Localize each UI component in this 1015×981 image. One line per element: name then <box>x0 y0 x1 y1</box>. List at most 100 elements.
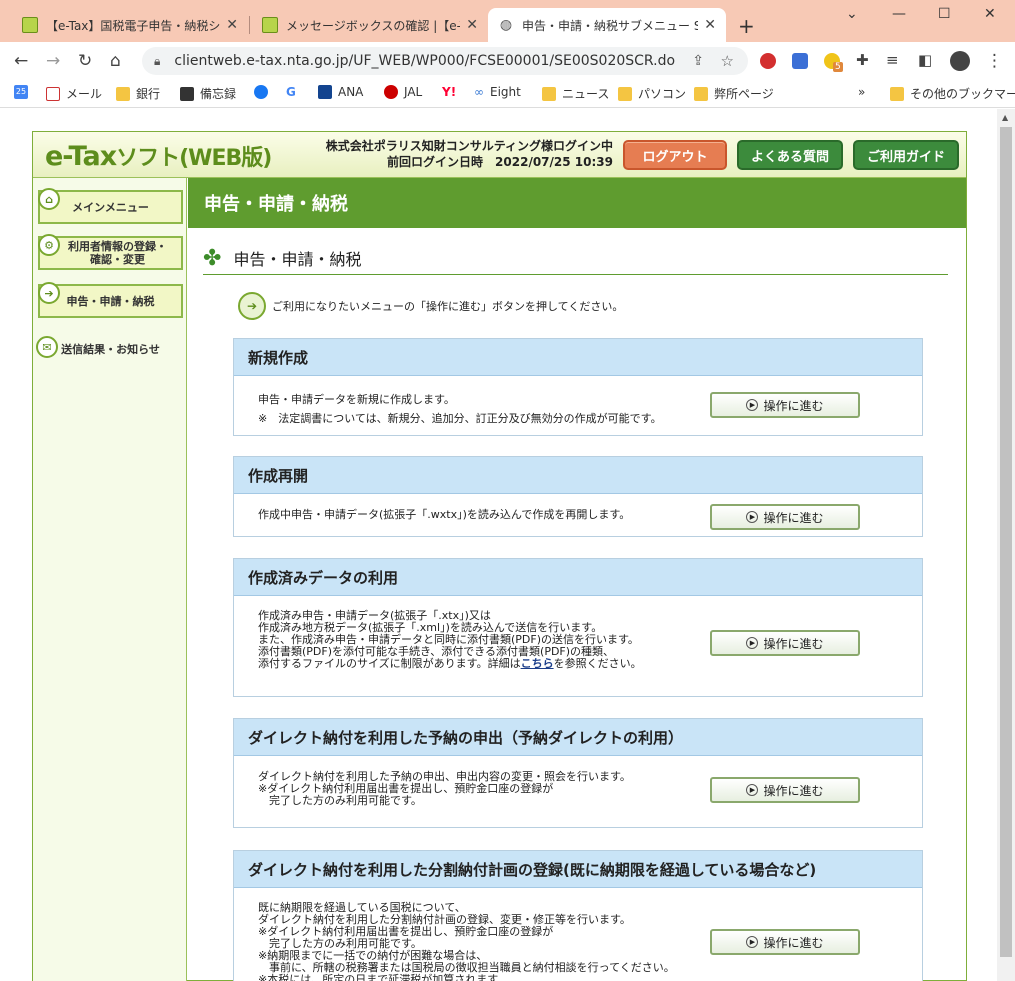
browser-tab[interactable]: メッセージボックスの確認 |【e-Tax】国 ✕ <box>252 8 488 42</box>
logout-button[interactable]: ログアウト <box>623 140 727 170</box>
address-bar[interactable]: 🔒︎ clientweb.e-tax.nta.go.jp/UF_WEB/WP00… <box>142 47 748 75</box>
maximize-icon[interactable]: ☐ <box>938 6 951 22</box>
menu-box-new: 新規作成 申告・申請データを新規に作成します。 ※ 法定調書については、新規分、… <box>233 338 923 436</box>
box-title: 新規作成 <box>234 339 922 376</box>
gmail-icon <box>46 86 60 101</box>
proceed-button[interactable]: ▶ 操作に進む <box>710 630 860 656</box>
sidebar-item-user-info[interactable]: ⚙ 利用者情報の登録・確認・変更 <box>38 234 183 270</box>
mail-icon: ✉ <box>36 336 58 358</box>
browser-tab[interactable]: 【e-Tax】国税電子申告・納税システ ✕ <box>12 8 248 42</box>
extension-icon[interactable] <box>792 53 808 69</box>
etax-page: e-Taxソフト(WEB版) 株式会社ポラリス知財コンサルティング様ログイン中 … <box>32 131 967 981</box>
menu-box-existing-data: 作成済みデータの利用 作成済み申告・申請データ(拡張子「.xtx」)又は 作成済… <box>233 558 923 697</box>
folder-icon <box>116 86 130 101</box>
browser-toolbar: ← → ↻ ⌂ 🔒︎ clientweb.e-tax.nta.go.jp/UF_… <box>0 42 1015 80</box>
menu-box-resume: 作成再開 作成中申告・申請データ(拡張子「.wxtx」)を読み込んで作成を再開し… <box>233 456 923 537</box>
proceed-button[interactable]: ▶ 操作に進む <box>710 392 860 418</box>
etax-favicon-icon <box>262 17 278 33</box>
bookmark-google[interactable]: G <box>286 85 296 99</box>
box-title: ダイレクト納付を利用した分割納付計画の登録(既に納期限を経過している場合など) <box>234 851 922 888</box>
close-tab-icon[interactable]: ✕ <box>466 17 478 33</box>
bookmarks-overflow-icon[interactable]: » <box>858 85 865 99</box>
menu-box-prepayment: ダイレクト納付を利用した予納の申出（予納ダイレクトの利用） ダイレクト納付を利用… <box>233 718 923 828</box>
bookmark-folder[interactable]: 弊所ページ <box>694 85 774 102</box>
section-heading: ✤ 申告・申請・納税 <box>203 242 948 275</box>
box-description: 申告・申請データを新規に作成します。 ※ 法定調書については、新規分、追加分、訂… <box>258 393 662 425</box>
scroll-up-icon[interactable]: ▲ <box>1002 113 1008 122</box>
folder-icon <box>890 86 904 101</box>
browser-tab-active[interactable]: ◍ 申告・申請・納税サブメニュー SE00S0 ✕ <box>488 8 726 42</box>
close-tab-icon[interactable]: ✕ <box>226 17 238 33</box>
box-description: ダイレクト納付を利用した予納の申出、申出内容の変更・照会を行います。 ※ダイレク… <box>258 770 631 807</box>
guidance-text: ➔ ご利用になりたいメニューの「操作に進む」ボタンを押してください。 <box>238 292 623 320</box>
box-description: 既に納期限を経過している国税について、 ダイレクト納付を利用した分割納付計画の登… <box>258 901 675 981</box>
bookmark-ana[interactable]: ANA <box>318 85 363 99</box>
scrollbar-thumb[interactable] <box>1000 127 1012 957</box>
sidebar-item-main-menu[interactable]: ⌂ メインメニュー <box>38 188 183 224</box>
guide-button[interactable]: ご利用ガイド <box>853 140 959 170</box>
eight-icon: ∞ <box>474 85 484 99</box>
box-title: ダイレクト納付を利用した予納の申出（予納ダイレクトの利用） <box>234 719 922 756</box>
globe-icon: ◍ <box>499 17 513 33</box>
ana-icon <box>318 85 332 99</box>
bookmark-eight[interactable]: ∞ Eight <box>474 85 521 99</box>
etax-favicon-icon <box>22 17 38 33</box>
folder-icon <box>694 86 708 101</box>
play-icon: ▶ <box>746 637 759 649</box>
back-icon[interactable]: ← <box>14 51 28 71</box>
gear-icon: ⚙ <box>38 234 60 256</box>
extensions-puzzle-icon[interactable]: ✚ <box>856 51 869 69</box>
bookmark-mail[interactable]: メール <box>46 85 102 102</box>
share-icon[interactable]: ⇪ <box>692 53 704 69</box>
login-info: 株式会社ポラリス知財コンサルティング様ログイン中 前回ログイン日時 2022/0… <box>325 139 613 169</box>
memo-icon <box>180 86 194 101</box>
page-scrollbar[interactable]: ▲ <box>997 109 1015 981</box>
forward-icon[interactable]: → <box>46 51 60 71</box>
box-title: 作成済みデータの利用 <box>234 559 922 596</box>
bookmark-jal[interactable]: JAL <box>384 85 422 99</box>
details-link[interactable]: こちら <box>521 657 554 670</box>
close-window-icon[interactable]: ✕ <box>984 6 996 22</box>
bookmark-memo[interactable]: 備忘録 <box>180 85 236 102</box>
bookmark-yahoo[interactable]: Y! <box>442 85 456 99</box>
box-description: 作成中申告・申請データ(拡張子「.wxtx」)を読み込んで作成を再開します。 <box>258 508 631 521</box>
jal-icon <box>384 85 398 99</box>
play-icon: ▶ <box>746 399 759 411</box>
facebook-icon <box>254 85 268 99</box>
bookmark-facebook[interactable] <box>254 85 274 99</box>
play-icon: ▶ <box>746 784 759 796</box>
close-tab-icon[interactable]: ✕ <box>704 17 716 33</box>
proceed-button[interactable]: ▶ 操作に進む <box>710 929 860 955</box>
profile-avatar[interactable] <box>950 51 970 71</box>
bookmark-folder[interactable]: ニュース <box>542 85 609 102</box>
home-icon[interactable]: ⌂ <box>110 51 121 71</box>
page-viewport: e-Taxソフト(WEB版) 株式会社ポラリス知財コンサルティング様ログイン中 … <box>0 109 997 981</box>
menu-kebab-icon[interactable]: ⋮ <box>986 51 1003 71</box>
bookmark-folder[interactable]: パソコン <box>618 85 686 102</box>
reading-list-icon[interactable]: ≡ <box>886 51 899 69</box>
play-icon: ▶ <box>746 511 759 523</box>
side-panel-icon[interactable]: ◧ <box>918 51 932 69</box>
sidebar-item-filing[interactable]: ➔ 申告・申請・納税 <box>38 282 183 318</box>
faq-button[interactable]: よくある質問 <box>737 140 843 170</box>
etax-header: e-Taxソフト(WEB版) 株式会社ポラリス知財コンサルティング様ログイン中 … <box>33 132 966 178</box>
proceed-button[interactable]: ▶ 操作に進む <box>710 777 860 803</box>
document-arrow-icon: ➔ <box>238 292 266 320</box>
tab-search-icon[interactable]: ⌄ <box>846 6 858 22</box>
bookmark-star-icon[interactable]: ☆ <box>721 52 734 70</box>
extension-badge: 5 <box>833 62 843 72</box>
proceed-button[interactable]: ▶ 操作に進む <box>710 504 860 530</box>
reload-icon[interactable]: ↻ <box>78 51 92 71</box>
sidebar-item-results[interactable]: ✉ 送信結果・お知らせ <box>36 332 183 366</box>
bookmark-calendar[interactable]: 25 <box>14 85 34 99</box>
clover-icon: ✤ <box>203 245 222 271</box>
opera-extension-icon[interactable] <box>760 53 776 69</box>
home-icon: ⌂ <box>38 188 60 210</box>
browser-tabstrip: 【e-Tax】国税電子申告・納税システ ✕ メッセージボックスの確認 |【e-T… <box>0 0 1015 42</box>
minimize-icon[interactable]: — <box>892 6 906 22</box>
new-tab-icon[interactable]: + <box>738 14 755 38</box>
folder-icon <box>618 86 632 101</box>
lock-icon[interactable]: 🔒︎ <box>154 54 160 69</box>
bookmark-other-folder[interactable]: その他のブックマーク <box>890 85 1015 102</box>
bookmark-folder[interactable]: 銀行 <box>116 85 160 102</box>
